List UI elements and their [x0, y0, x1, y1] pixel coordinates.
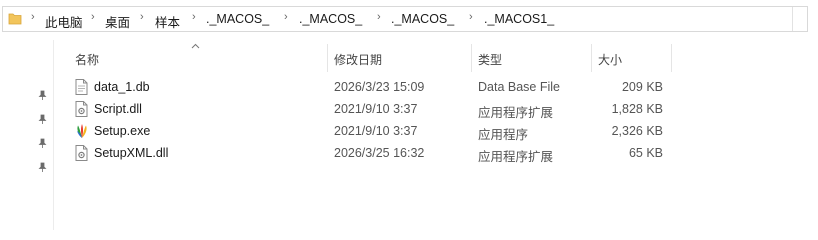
column-divider[interactable] [671, 44, 672, 72]
file-size: 65 KB [628, 146, 663, 160]
file-modified: 2021/9/10 3:37 [334, 124, 418, 138]
breadcrumb-desktop[interactable]: 桌面 [105, 12, 130, 31]
file-type: 应用程序扩展 [478, 106, 554, 120]
chevron-right-icon[interactable]: › [469, 11, 473, 23]
pin-icon[interactable] [37, 162, 48, 176]
pin-icon[interactable] [37, 90, 48, 104]
chevron-right-icon[interactable]: › [31, 11, 35, 23]
file-name: Script.dll [94, 102, 142, 116]
file-modified: 2026/3/25 16:32 [334, 146, 425, 160]
chevron-right-icon[interactable]: › [140, 11, 144, 23]
file-size: 209 KB [621, 80, 663, 94]
file-size: 1,828 KB [611, 102, 663, 116]
file-size: 2,326 KB [611, 124, 663, 138]
file-name: data_1.db [94, 80, 150, 94]
pin-icon[interactable] [37, 114, 48, 128]
file-row[interactable]: SetupXML.dll 2026/3/25 16:32 应用程序扩展 65 K… [70, 143, 675, 165]
pin-icon[interactable] [37, 138, 48, 152]
chevron-right-icon[interactable]: › [284, 11, 288, 23]
column-divider[interactable] [471, 44, 472, 72]
file-modified: 2021/9/10 3:37 [334, 102, 418, 116]
file-modified: 2026/3/23 15:09 [334, 80, 425, 94]
column-header-name[interactable]: 名称 [75, 51, 99, 68]
address-bar[interactable]: › 此电脑 › 桌面 › 样本 › ._MACOS_ › ._MACOS_ › … [2, 6, 808, 32]
breadcrumb-this-pc[interactable]: 此电脑 [45, 12, 83, 31]
file-row[interactable]: Setup.exe 2021/9/10 3:37 应用程序 2,326 KB [70, 121, 675, 143]
column-divider[interactable] [591, 44, 592, 72]
column-header-modified[interactable]: 修改日期 [334, 51, 382, 68]
navigation-pane-border [53, 40, 54, 230]
chevron-right-icon[interactable]: › [377, 11, 381, 23]
db-file-icon [75, 79, 88, 98]
breadcrumb-macos-1[interactable]: ._MACOS_ [206, 12, 269, 26]
folder-icon [8, 12, 22, 28]
file-type: Data Base File [478, 80, 560, 94]
file-row[interactable]: Script.dll 2021/9/10 3:37 应用程序扩展 1,828 K… [70, 99, 675, 121]
file-type: 应用程序 [478, 128, 529, 142]
breadcrumb-macos1[interactable]: ._MACOS1_ [484, 12, 554, 26]
address-dropdown-button[interactable] [792, 7, 807, 31]
file-type: 应用程序扩展 [478, 150, 554, 164]
file-name: SetupXML.dll [94, 146, 169, 160]
chevron-right-icon[interactable]: › [91, 11, 95, 23]
dll-file-icon [75, 145, 88, 164]
dll-file-icon [75, 101, 88, 120]
column-header-type[interactable]: 类型 [478, 51, 502, 68]
file-name: Setup.exe [94, 124, 151, 138]
breadcrumb-macos-2[interactable]: ._MACOS_ [299, 12, 362, 26]
column-divider[interactable] [327, 44, 328, 72]
sort-ascending-icon [191, 38, 200, 52]
chevron-right-icon[interactable]: › [192, 11, 196, 23]
breadcrumb-macos-3[interactable]: ._MACOS_ [391, 12, 454, 26]
file-row[interactable]: data_1.db 2026/3/23 15:09 Data Base File… [70, 77, 675, 99]
column-header-size[interactable]: 大小 [598, 51, 622, 68]
breadcrumb-samples[interactable]: 样本 [155, 12, 180, 31]
exe-app-icon [75, 123, 89, 142]
